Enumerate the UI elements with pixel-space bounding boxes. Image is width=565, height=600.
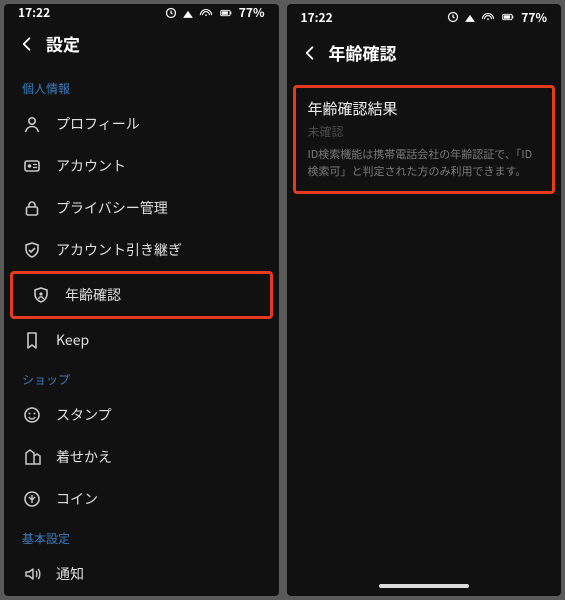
status-time: 17:22 (18, 4, 50, 21)
settings-row-badge[interactable]: 年齢確認 (10, 271, 273, 319)
status-icons: 77% (165, 4, 265, 21)
row-label: 着せかえ (56, 447, 112, 467)
row-label: 年齢確認 (65, 285, 121, 305)
status-icons: 77% (447, 9, 547, 26)
signal-icon (181, 7, 195, 19)
wifi-icon (199, 7, 213, 19)
page-title: 設定 (46, 31, 80, 56)
settings-row-user[interactable]: プロフィール (4, 103, 279, 145)
lock-icon (22, 198, 42, 218)
back-icon[interactable] (18, 35, 36, 53)
section-header: 個人情報 (4, 70, 279, 103)
home-indicator[interactable] (287, 576, 562, 596)
row-label: Keep (56, 330, 89, 350)
status-bar: 17:22 77% (287, 4, 562, 30)
result-title: 年齢確認結果 (308, 98, 541, 119)
battery-pct: 77% (521, 9, 547, 26)
status-bar: 17:22 77% (4, 4, 279, 21)
smile-icon (22, 405, 42, 425)
row-label: コイン (56, 489, 98, 509)
alarm-icon (447, 11, 459, 23)
settings-row-coin[interactable]: コイン (4, 478, 279, 520)
section-header: 基本設定 (4, 520, 279, 553)
speaker-icon (22, 564, 42, 584)
result-status: 未確認 (308, 123, 541, 140)
signal-icon (463, 11, 477, 23)
row-label: アカウント引き継ぎ (56, 240, 182, 260)
settings-row-theme[interactable]: 着せかえ (4, 436, 279, 478)
wifi-icon (481, 11, 495, 23)
settings-row-speaker[interactable]: 通知 (4, 553, 279, 595)
row-label: プライバシー管理 (56, 198, 168, 218)
row-label: スタンプ (56, 405, 112, 425)
badge-icon (31, 285, 51, 305)
user-icon (22, 114, 42, 134)
row-label: アカウント (56, 156, 126, 176)
row-label: 通知 (56, 564, 84, 584)
result-desc: ID検索機能は携帯電話会社の年齢認証で、「ID検索可」と判定された方のみ利用でき… (308, 146, 541, 179)
shield-icon (22, 240, 42, 260)
settings-row-bookmark[interactable]: Keep (4, 319, 279, 361)
settings-row-lock[interactable]: プライバシー管理 (4, 187, 279, 229)
battery-icon (217, 7, 235, 19)
coin-icon (22, 489, 42, 509)
settings-row-photo[interactable]: 写真と動画 (4, 595, 279, 596)
settings-row-shield[interactable]: アカウント引き継ぎ (4, 229, 279, 271)
header: 設定 (4, 21, 279, 70)
header: 年齢確認 (287, 30, 562, 79)
bookmark-icon (22, 330, 42, 350)
settings-list: 個人情報プロフィールアカウントプライバシー管理アカウント引き継ぎ年齢確認 Keep… (4, 70, 279, 596)
phone-right: 17:22 77% 年齢確認 年齢確認結果 未確認 ID検索機能は携帯電話会社の… (287, 4, 562, 596)
account-icon (22, 156, 42, 176)
battery-icon (499, 11, 517, 23)
row-label: プロフィール (56, 114, 140, 134)
settings-row-smile[interactable]: スタンプ (4, 394, 279, 436)
alarm-icon (165, 7, 177, 19)
theme-icon (22, 447, 42, 467)
age-result-box[interactable]: 年齢確認結果 未確認 ID検索機能は携帯電話会社の年齢認証で、「ID検索可」と判… (293, 85, 556, 194)
battery-pct: 77% (239, 4, 265, 21)
section-header: ショップ (4, 361, 279, 394)
status-time: 17:22 (301, 9, 333, 26)
phone-left: 17:22 77% 設定 個人情報プロフィールアカウントプライバシー管理アカウン… (4, 4, 279, 596)
settings-row-account[interactable]: アカウント (4, 145, 279, 187)
page-title: 年齢確認 (329, 40, 397, 65)
back-icon[interactable] (301, 44, 319, 62)
